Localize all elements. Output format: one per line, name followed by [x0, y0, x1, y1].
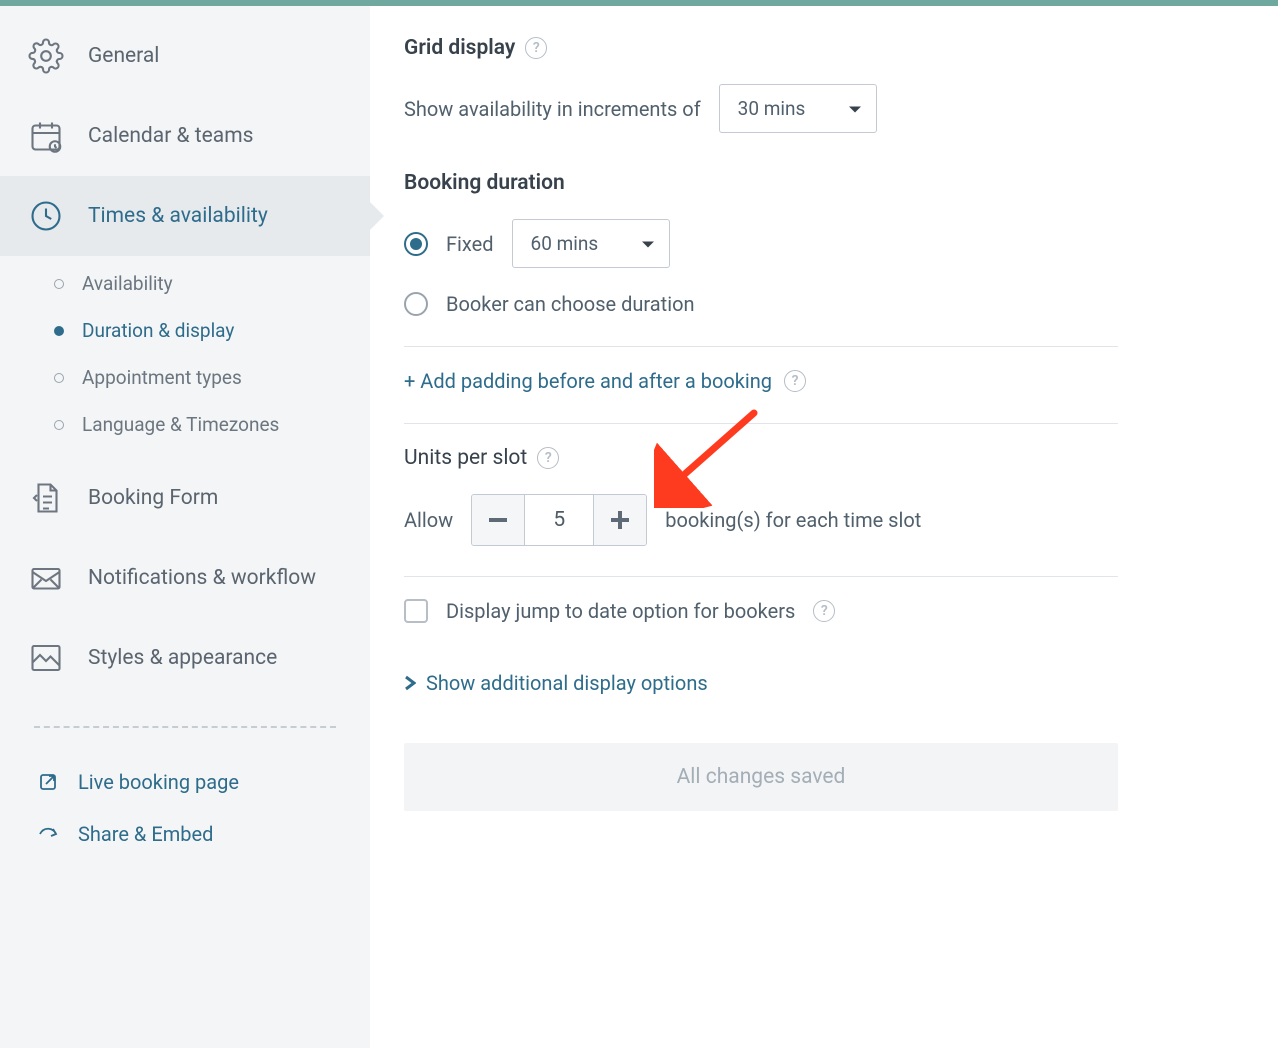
fixed-duration-radio[interactable]	[404, 232, 428, 256]
calendar-icon	[28, 118, 64, 154]
form-icon	[28, 480, 64, 516]
stepper-minus-button[interactable]	[472, 495, 524, 545]
sidebar-item-styles-appearance[interactable]: Styles & appearance	[0, 618, 370, 698]
gear-icon	[28, 38, 64, 74]
save-status-text: All changes saved	[677, 765, 846, 789]
units-per-slot-title-text: Units per slot	[404, 446, 527, 470]
fixed-duration-label: Fixed	[446, 232, 494, 256]
units-per-slot-title: Units per slot ?	[404, 446, 1118, 470]
sidebar-item-calendar-teams[interactable]: Calendar & teams	[0, 96, 370, 176]
grid-display-title-text: Grid display	[404, 36, 515, 60]
fixed-duration-select[interactable]: 60 mins	[512, 219, 670, 268]
stepper-plus-button[interactable]	[594, 495, 646, 545]
sidebar-item-booking-form[interactable]: Booking Form	[0, 458, 370, 538]
envelope-icon	[28, 560, 64, 596]
sidebar-sub-label: Appointment types	[82, 366, 242, 389]
units-suffix-label: booking(s) for each time slot	[665, 508, 921, 532]
section-divider	[404, 576, 1118, 577]
sidebar-item-label: Times & availability	[88, 204, 268, 228]
show-additional-options-link[interactable]: Show additional display options	[404, 671, 708, 695]
sidebar-item-label: Calendar & teams	[88, 124, 253, 148]
live-booking-page-link[interactable]: Live booking page	[0, 756, 370, 808]
booker-choose-duration-radio[interactable]	[404, 292, 428, 316]
sub-bullet-icon	[54, 373, 64, 383]
sidebar-item-label: Styles & appearance	[88, 646, 277, 670]
stepper-value[interactable]: 5	[524, 495, 594, 545]
sidebar-sub-list: Availability Duration & display Appointm…	[0, 256, 370, 458]
help-icon[interactable]: ?	[813, 600, 835, 622]
sidebar-sub-label: Availability	[82, 272, 173, 295]
sidebar-sub-duration-display[interactable]: Duration & display	[48, 307, 370, 354]
sidebar-item-label: General	[88, 44, 159, 68]
sidebar-link-label: Live booking page	[78, 770, 239, 794]
jump-to-date-label: Display jump to date option for bookers	[446, 599, 795, 623]
help-icon[interactable]: ?	[525, 37, 547, 59]
sidebar-divider	[34, 726, 336, 728]
chevron-right-icon	[404, 675, 416, 691]
save-status-bar: All changes saved	[404, 743, 1118, 811]
sidebar-item-label: Notifications & workflow	[88, 566, 316, 590]
units-per-slot-stepper: 5	[471, 494, 647, 546]
sub-bullet-icon	[54, 279, 64, 289]
styles-icon	[28, 640, 64, 676]
main-panel: Grid display ? Show availability in incr…	[370, 6, 1150, 1048]
sidebar-item-label: Booking Form	[88, 486, 218, 510]
section-divider	[404, 346, 1118, 347]
units-allow-label: Allow	[404, 508, 453, 532]
increments-label: Show availability in increments of	[404, 97, 701, 121]
sidebar-item-notifications-workflow[interactable]: Notifications & workflow	[0, 538, 370, 618]
sidebar-sub-language-timezones[interactable]: Language & Timezones	[48, 401, 370, 448]
sidebar-sub-appointment-types[interactable]: Appointment types	[48, 354, 370, 401]
increments-select-value: 30 mins	[738, 97, 806, 120]
add-padding-link[interactable]: + Add padding before and after a booking	[404, 369, 772, 393]
sidebar-sub-label: Language & Timezones	[82, 413, 279, 436]
sub-bullet-icon	[54, 420, 64, 430]
increments-select[interactable]: 30 mins	[719, 84, 877, 133]
share-embed-link[interactable]: Share & Embed	[0, 808, 370, 860]
sidebar-item-times-availability[interactable]: Times & availability	[0, 176, 370, 256]
help-icon[interactable]: ?	[784, 370, 806, 392]
grid-display-title: Grid display ?	[404, 36, 1118, 60]
fixed-duration-value: 60 mins	[531, 232, 599, 255]
section-divider	[404, 423, 1118, 424]
caret-down-icon	[848, 97, 862, 120]
booking-duration-title: Booking duration	[404, 171, 1118, 195]
sidebar-link-label: Share & Embed	[78, 822, 213, 846]
caret-down-icon	[641, 232, 655, 255]
booker-choose-duration-label: Booker can choose duration	[446, 292, 695, 316]
sidebar-sub-label: Duration & display	[82, 319, 234, 342]
sidebar-item-general[interactable]: General	[0, 16, 370, 96]
booking-duration-title-text: Booking duration	[404, 171, 565, 195]
clock-icon	[28, 198, 64, 234]
sub-bullet-icon	[54, 326, 64, 336]
show-additional-label: Show additional display options	[426, 671, 708, 695]
help-icon[interactable]: ?	[537, 447, 559, 469]
sidebar-sub-availability[interactable]: Availability	[48, 260, 370, 307]
jump-to-date-checkbox[interactable]	[404, 599, 428, 623]
settings-sidebar: General Calendar & teams Times & availab…	[0, 6, 370, 1048]
